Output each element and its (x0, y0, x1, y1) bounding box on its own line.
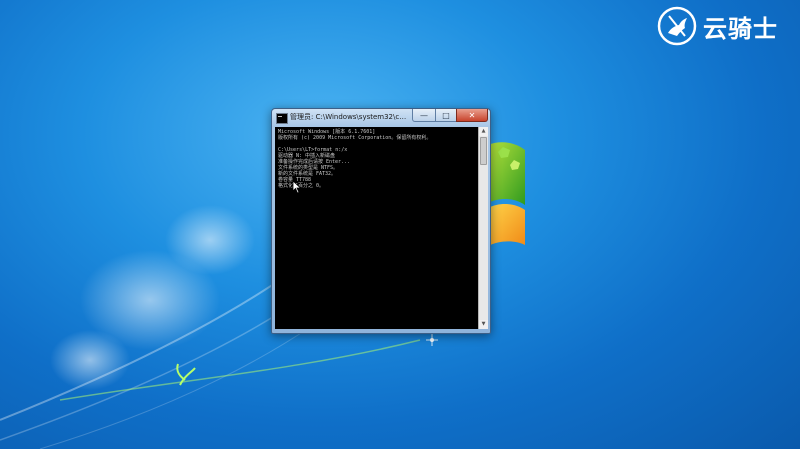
knight-rider-logo-icon (657, 6, 697, 46)
mouse-cursor-icon (292, 180, 302, 194)
console-line: 版权所有 (c) 2009 Microsoft Corporation。保留所有… (278, 135, 432, 141)
cmd-titlebar[interactable]: 管理员: C:\Windows\system32\cmd.exe — □ ✕ (272, 109, 490, 127)
watermark-text: 云骑士 (703, 14, 778, 43)
scroll-up-arrow-icon[interactable]: ▲ (479, 127, 488, 136)
scroll-thumb[interactable] (480, 137, 487, 165)
cmd-window[interactable]: 管理员: C:\Windows\system32\cmd.exe — □ ✕ M… (271, 108, 491, 334)
maximize-button[interactable]: □ (435, 109, 457, 122)
window-title: 管理员: C:\Windows\system32\cmd.exe (290, 113, 410, 121)
close-button[interactable]: ✕ (456, 109, 488, 122)
vertical-scrollbar[interactable]: ▲ ▼ (478, 127, 488, 329)
cmd-app-icon[interactable] (276, 113, 288, 124)
scroll-down-arrow-icon[interactable]: ▼ (479, 320, 488, 329)
desktop: 云骑士 管理员: C:\Windows\system32\cmd.exe — □… (0, 0, 800, 449)
watermark: 云骑士 (657, 6, 778, 46)
minimize-button[interactable]: — (412, 109, 436, 122)
console-output[interactable]: Microsoft Windows [版本 6.1.7601] 版权所有 (c)… (275, 127, 478, 329)
